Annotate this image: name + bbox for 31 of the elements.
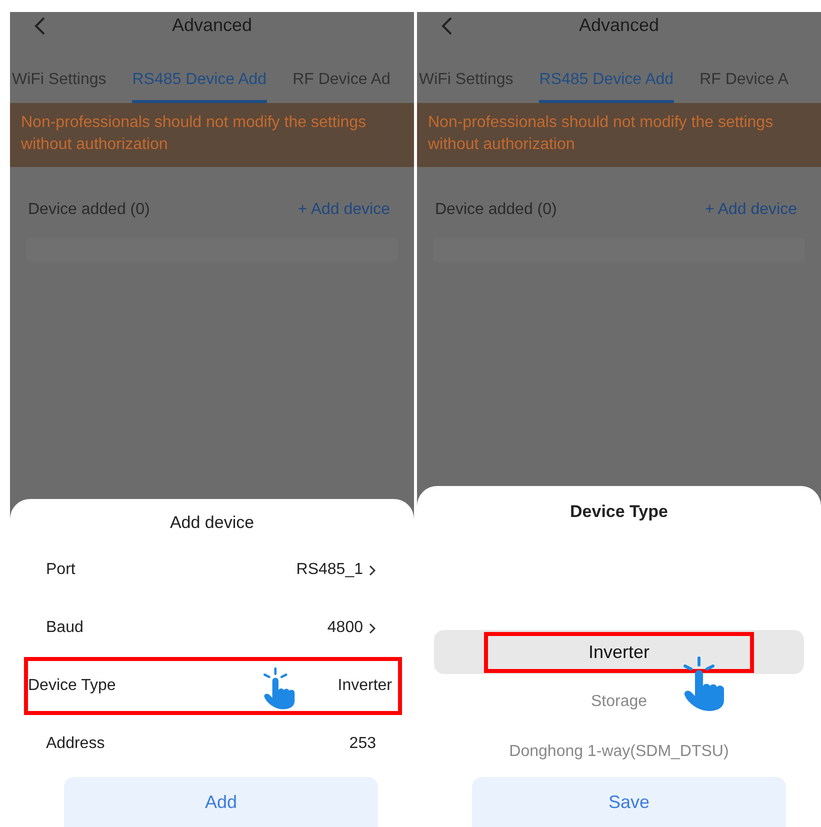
warning-banner: Non-professionals should not modify the settings without authorization [417,103,821,167]
row-label: Port [46,561,76,579]
tab[interactable]: WiFi Settings [419,71,514,103]
back-icon[interactable] [34,16,46,36]
setting-row[interactable]: Device Type Inverter [24,657,402,715]
tab[interactable]: RF Device Ad [292,71,390,103]
page-title: Advanced [172,14,252,36]
setting-row[interactable]: Baud 4800 [24,599,402,657]
row-label: Baud [46,619,84,637]
back-icon[interactable] [441,16,453,36]
picker-option[interactable]: Donghong 1-way(SDM_DTSU) [434,730,804,774]
picker-option[interactable]: Inverter [434,630,804,674]
tab[interactable]: WiFi Settings [12,71,106,103]
setting-row[interactable]: Port RS485_1 [24,541,402,599]
row-value: 4800 [327,619,363,637]
row-value: RS485_1 [296,561,363,579]
page-title: Advanced [578,14,660,36]
row-label: Address [46,735,105,753]
row-value: Inverter [338,677,392,695]
device-count-label: Device added (0) [435,201,557,219]
tab[interactable]: RF Device A [700,71,788,103]
row-label: Device Type [28,677,116,695]
sheet-title: Add device [170,513,254,533]
setting-row[interactable]: Address 253 [24,715,402,773]
row-value: 253 [349,735,376,753]
warning-banner: Non-professionals should not modify the settings without authorization [10,103,414,167]
sheet-title: Device Type [570,502,668,522]
sheet-action-button[interactable]: Add [64,777,378,827]
picker-option[interactable]: Storage [434,680,804,724]
device-count-label: Device added (0) [28,201,150,219]
sheet-action-button[interactable]: Save [472,777,786,827]
